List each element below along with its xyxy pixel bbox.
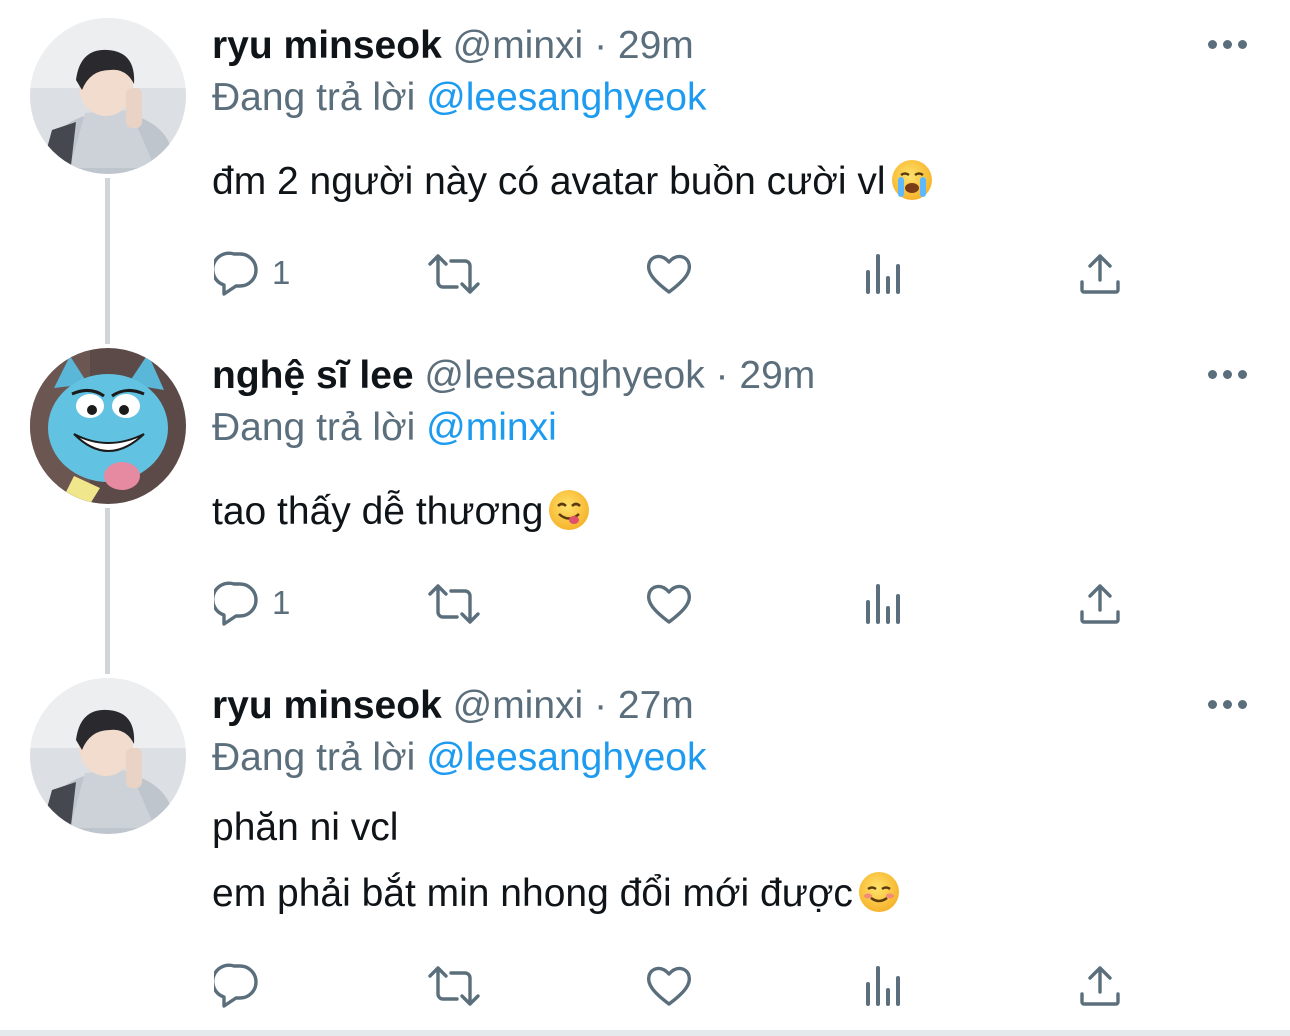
display-name[interactable]: ryu minseok	[212, 24, 442, 67]
reply-button[interactable]: 1	[214, 250, 304, 298]
retweet-button[interactable]	[426, 962, 482, 1010]
tweet-text-line: đm 2 người này có avatar buồn cười vl	[212, 160, 886, 203]
handle[interactable]: @leesanghyeok	[424, 354, 704, 397]
analytics-button[interactable]	[864, 580, 908, 628]
like-button[interactable]	[645, 250, 693, 298]
face-savoring-food-icon	[549, 490, 590, 530]
analytics-button[interactable]	[864, 962, 908, 1010]
replying-to: Đang trả lời @minxi	[212, 406, 557, 450]
replying-label: Đang trả lời	[212, 736, 416, 779]
mention-link[interactable]: @leesanghyeok	[426, 76, 706, 119]
display-name[interactable]: ryu minseok	[212, 684, 442, 727]
more-options-icon[interactable]	[1208, 700, 1248, 712]
reply-count: 1	[272, 254, 291, 291]
share-icon	[1080, 254, 1120, 294]
retweet-button[interactable]	[426, 250, 482, 298]
analytics-button[interactable]	[864, 250, 908, 298]
tweet-text-line: phăn ni vcl	[212, 806, 399, 849]
tweet[interactable]: ryu minseok @minxi · 29m Đang trả lời @l…	[0, 0, 1290, 330]
separator: ·	[594, 24, 608, 67]
replying-label: Đang trả lời	[212, 76, 416, 119]
smiling-face-icon	[858, 872, 899, 912]
separator: ·	[594, 684, 608, 727]
analytics-icon	[866, 254, 900, 294]
mention-link[interactable]: @leesanghyeok	[426, 736, 706, 779]
share-button[interactable]	[1078, 580, 1122, 628]
avatar[interactable]	[30, 18, 186, 174]
person-photo-icon	[30, 18, 186, 174]
replying-label: Đang trả lời	[212, 406, 416, 449]
analytics-icon	[866, 584, 900, 624]
tweet-header: ryu minseok @minxi · 27m	[212, 684, 694, 728]
tweet-text-line-2: em phải bắt min nhong đổi mới được	[212, 872, 899, 916]
replying-to: Đang trả lời @leesanghyeok	[212, 736, 706, 780]
tweet[interactable]: ryu minseok @minxi · 27m Đang trả lời @l…	[0, 660, 1290, 1030]
tweet[interactable]: nghệ sĩ lee @leesanghyeok · 29m Đang trả…	[0, 330, 1290, 660]
display-name[interactable]: nghệ sĩ lee	[212, 354, 414, 397]
heart-icon	[646, 966, 692, 1006]
retweet-icon	[428, 254, 480, 294]
reply-icon	[214, 251, 258, 296]
retweet-icon	[428, 584, 480, 624]
reply-icon	[214, 963, 258, 1008]
timestamp[interactable]: 27m	[618, 684, 694, 727]
heart-icon	[646, 584, 692, 624]
share-button[interactable]	[1078, 250, 1122, 298]
tweet-header: nghệ sĩ lee @leesanghyeok · 29m	[212, 354, 815, 398]
reply-button[interactable]	[214, 962, 264, 1010]
avatar[interactable]	[30, 678, 186, 834]
share-icon	[1080, 584, 1120, 624]
tweet-text-line: em phải bắt min nhong đổi mới được	[212, 872, 853, 915]
cartoon-cat-icon	[30, 348, 186, 504]
tweet-text: tao thấy dễ thương	[212, 490, 590, 534]
handle[interactable]: @minxi	[453, 684, 584, 727]
timestamp[interactable]: 29m	[739, 354, 815, 397]
like-button[interactable]	[645, 580, 693, 628]
share-icon	[1080, 966, 1120, 1006]
tweet-header: ryu minseok @minxi · 29m	[212, 24, 694, 68]
retweet-button[interactable]	[426, 580, 482, 628]
separator: ·	[715, 354, 729, 397]
analytics-icon	[866, 966, 900, 1006]
retweet-icon	[428, 966, 480, 1006]
tweet-text: đm 2 người này có avatar buồn cười vl	[212, 160, 932, 204]
tweet-text-line: tao thấy dễ thương	[212, 490, 544, 533]
more-options-icon[interactable]	[1208, 370, 1248, 382]
reply-count: 1	[272, 584, 291, 621]
person-photo-icon	[30, 678, 186, 834]
avatar[interactable]	[30, 348, 186, 504]
replying-to: Đang trả lời @leesanghyeok	[212, 76, 706, 120]
timestamp[interactable]: 29m	[618, 24, 694, 67]
tweet-text-line-1: phăn ni vcl	[212, 806, 398, 850]
mention-link[interactable]: @minxi	[426, 406, 557, 449]
like-button[interactable]	[645, 962, 693, 1010]
reply-icon	[214, 581, 258, 626]
divider	[0, 1030, 1290, 1036]
handle[interactable]: @minxi	[453, 24, 584, 67]
share-button[interactable]	[1078, 962, 1122, 1010]
reply-button[interactable]: 1	[214, 580, 304, 628]
more-options-icon[interactable]	[1208, 40, 1248, 52]
heart-icon	[646, 254, 692, 294]
loudly-crying-face-icon	[891, 160, 932, 200]
